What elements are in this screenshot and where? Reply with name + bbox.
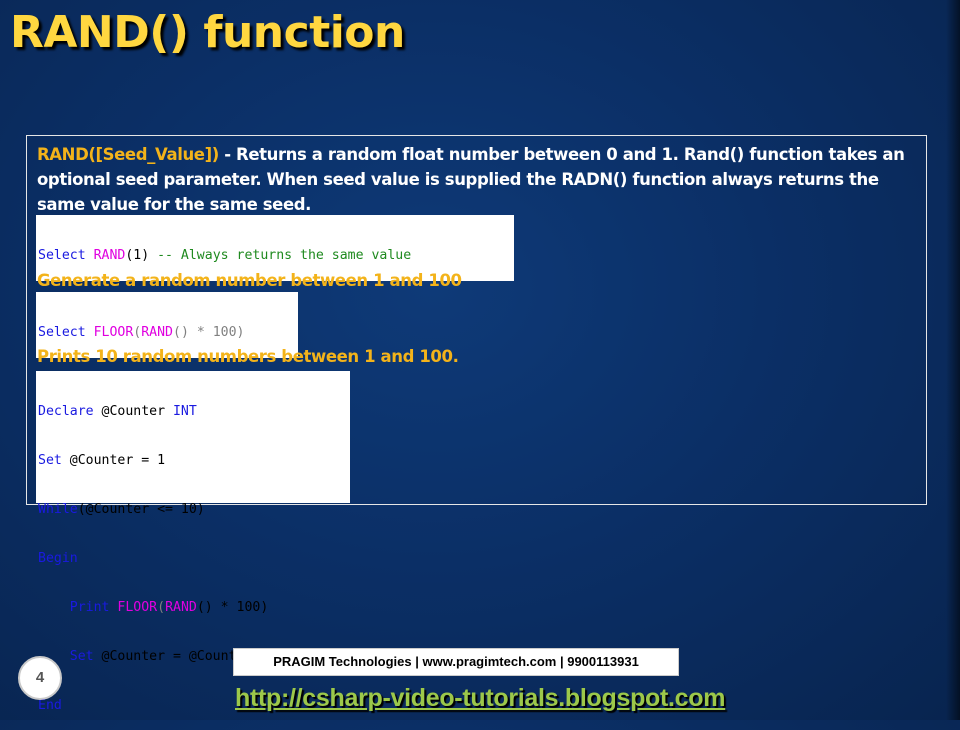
keyword: End xyxy=(38,698,62,713)
keyword: Declare xyxy=(38,404,94,419)
function-name: FLOOR xyxy=(117,600,158,615)
slide-title: RAND() function xyxy=(10,7,405,58)
heading-print-10: Prints 10 random numbers between 1 and 1… xyxy=(37,347,459,366)
keyword: Print xyxy=(69,600,110,615)
code-line: While(@Counter <= 10) xyxy=(38,500,348,519)
rand-syntax: RAND([Seed_Value]) xyxy=(37,145,219,164)
keyword: INT xyxy=(172,404,197,419)
function-name: RAND xyxy=(141,325,173,340)
code-text: (1) xyxy=(125,248,150,263)
code-text: @Counter = 1 xyxy=(61,453,166,468)
keyword: Select xyxy=(38,325,94,340)
code-block-loop: Declare @Counter INT Set @Counter = 1 Wh… xyxy=(36,371,350,713)
code-line: Begin xyxy=(38,549,348,568)
keyword: While xyxy=(38,502,78,517)
code-line: Select FLOOR(RAND() * 100) xyxy=(38,323,296,342)
keyword: Select xyxy=(38,248,94,263)
code-line: Set @Counter = 1 xyxy=(38,451,348,470)
page-number-badge: 4 xyxy=(18,656,62,700)
code-text: (@Counter <= 10) xyxy=(77,502,205,517)
keyword: Set xyxy=(38,453,62,468)
code-comment: -- Always returns the same value xyxy=(149,248,412,263)
code-line: Select RAND(1) -- Always returns the sam… xyxy=(38,246,512,265)
function-name: FLOOR xyxy=(93,325,134,340)
code-operator: () * 100) xyxy=(173,325,245,340)
footer-blog-link[interactable]: http://csharp-video-tutorials.blogspot.c… xyxy=(235,684,725,713)
slide-edge-shadow xyxy=(946,0,960,720)
keyword: Begin xyxy=(38,551,78,566)
keyword: Set xyxy=(69,649,94,664)
function-name: RAND xyxy=(165,600,197,615)
code-line: Declare @Counter INT xyxy=(38,402,348,421)
code-line: Print FLOOR(RAND() * 100) xyxy=(38,598,348,617)
footer-company-info: PRAGIM Technologies | www.pragimtech.com… xyxy=(233,648,679,676)
heading-random-1-100: Generate a random number between 1 and 1… xyxy=(37,271,462,290)
code-text: () * 100) xyxy=(196,600,269,615)
function-name: RAND xyxy=(93,248,126,263)
code-operator: ( xyxy=(157,600,166,615)
code-text: @Counter xyxy=(93,404,173,419)
rand-description: RAND([Seed_Value]) - Returns a random fl… xyxy=(37,142,927,217)
